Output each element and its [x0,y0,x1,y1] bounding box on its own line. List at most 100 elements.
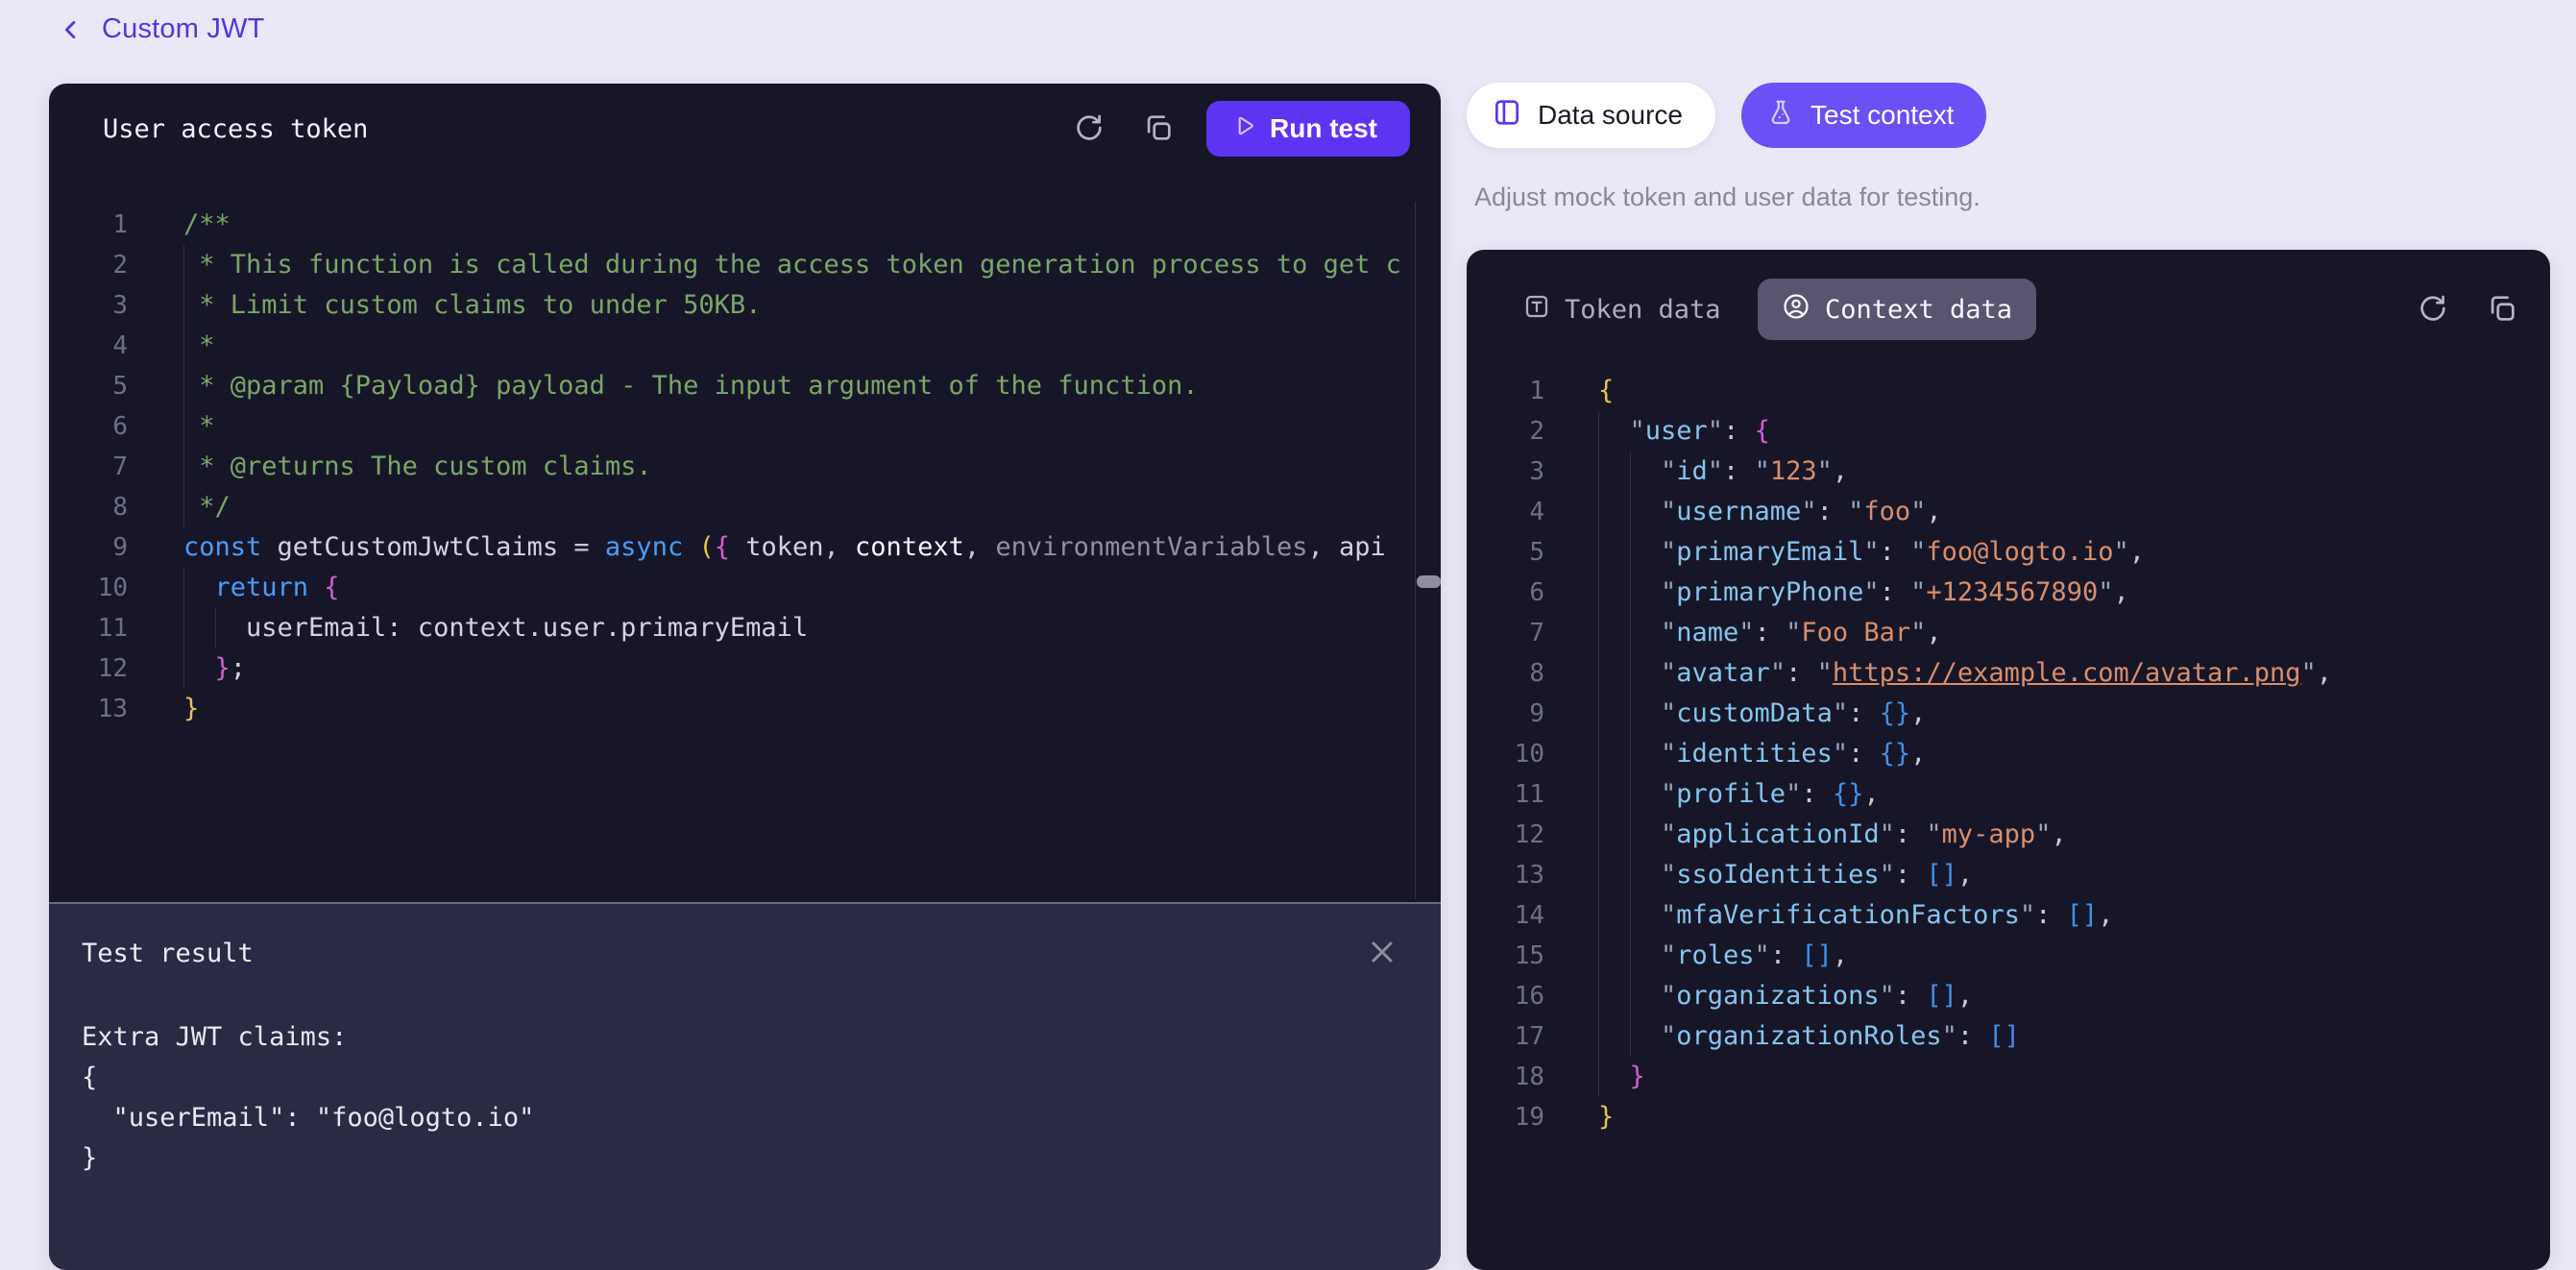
code-token: , [824,527,856,568]
json-line: 13 "ssoIdentities": [], [1467,855,2550,895]
line-number: 3 [49,291,128,320]
code-token: ( [698,527,714,568]
editor-header: User access token Run test [49,84,1441,174]
code-token: : [1848,734,1880,774]
copy-button[interactable] [1139,110,1178,148]
indent-guide [1598,613,1630,653]
code-token: , [1307,527,1339,568]
code-token: " [1817,452,1833,492]
back-label[interactable]: Custom JWT [102,13,265,45]
close-icon [1365,935,1399,972]
json-line: 16"organizations": [], [1467,976,2550,1016]
indent-guide [183,568,215,608]
line-number: 19 [1467,1103,1544,1132]
tab-context-data[interactable]: Context data [1758,279,2036,340]
code-text: * Limit custom claims to under 50KB. [183,285,761,326]
code-token: " [1708,452,1723,492]
code-token: { [715,527,746,568]
code-token: " [1661,452,1676,492]
line-number: 7 [49,452,128,481]
line-number: 12 [1467,820,1544,849]
code-token: [] [1926,855,1957,895]
code-token: +1234567890 [1926,573,2098,613]
code-token: , [1926,492,1941,532]
code-token: : [1895,976,1927,1016]
json-line: 19} [1467,1097,2550,1137]
close-test-result-button[interactable] [1362,933,1402,973]
json-line: 18} [1467,1057,2550,1097]
code-token: " [1661,976,1676,1016]
code-token: userEmail: context.user.primaryEmail [246,608,808,648]
code-token: organizations [1676,976,1879,1016]
code-token: " [1833,734,1848,774]
context-data-json-editor[interactable]: 1{2"user": {3"id": "123",4"username": "f… [1467,371,2550,1137]
code-token: { [1755,411,1770,452]
indent-guide [183,285,199,326]
tab-token-data-label: Token data [1565,295,1721,325]
code-token: " [1801,492,1816,532]
tab-token-data[interactable]: Token data [1522,279,1721,340]
back-link[interactable]: Custom JWT [58,13,265,45]
code-text: "roles": [], [1598,936,1848,976]
code-token: " [1661,694,1676,734]
code-token: [] [1926,976,1957,1016]
line-number: 18 [1467,1062,1544,1091]
code-token: [] [2067,895,2099,936]
code-text: "mfaVerificationFactors": [], [1598,895,2113,936]
json-line: 14 "mfaVerificationFactors": [], [1467,895,2550,936]
code-token: " [1910,613,1926,653]
run-test-button[interactable]: Run test [1206,101,1410,157]
indent-guide [1630,452,1662,492]
json-line: 15"roles": [], [1467,936,2550,976]
line-number: 12 [49,654,128,683]
indent-guide [1630,573,1662,613]
line-number: 1 [1467,377,1544,405]
code-text: "profile": {}, [1598,774,1880,815]
line-number: 13 [1467,861,1544,890]
code-token: , [2098,895,2113,936]
indent-guide [1630,976,1662,1016]
code-token: : [1770,936,1802,976]
context-data-card: Token data Context data [1467,250,2550,1270]
code-token: customData [1676,694,1833,734]
code-text: { [1598,371,1614,411]
indent-guide [183,447,199,487]
editor-title: User access token [103,114,1039,144]
refresh-button[interactable] [1070,110,1108,148]
code-token: context [855,527,964,568]
context-refresh-button[interactable] [2414,290,2452,329]
context-copy-button[interactable] [2483,290,2521,329]
code-line: 1/** [49,205,1441,245]
code-editor[interactable]: 1/**2* This function is called during th… [49,205,1441,729]
editor-scrollbar-thumb[interactable] [1417,575,1441,588]
code-token: organizationRoles [1676,1016,1941,1057]
code-token: const [183,527,278,568]
indent-guide [1598,653,1630,694]
indent-guide [183,648,215,689]
code-token: name [1676,613,1738,653]
code-text: /** [183,205,231,245]
line-number: 4 [49,331,128,360]
code-text: "ssoIdentities": [], [1598,855,1973,895]
code-token: " [1661,855,1676,895]
indent-guide [1598,532,1630,573]
code-token: * Limit custom claims to under 50KB. [199,285,761,326]
refresh-icon [2417,292,2449,328]
test-context-button[interactable]: Test context [1741,83,1986,148]
json-line: 5"primaryEmail": "foo@logto.io", [1467,532,2550,573]
code-token: : [1755,613,1786,653]
code-token: [] [1801,936,1833,976]
line-number: 4 [1467,498,1544,526]
code-token: " [2020,895,2035,936]
indent-guide [1598,895,1630,936]
line-number: 14 [1467,901,1544,930]
data-source-label: Data source [1538,100,1683,131]
code-token: " [1661,492,1676,532]
code-token: primaryEmail [1676,532,1863,573]
code-text: return { [183,568,340,608]
code-token: environmentVariables [995,527,1307,568]
json-line: 2"user": { [1467,411,2550,452]
data-source-button[interactable]: Data source [1467,83,1715,148]
line-number: 16 [1467,982,1544,1011]
indent-guide [1630,613,1662,653]
